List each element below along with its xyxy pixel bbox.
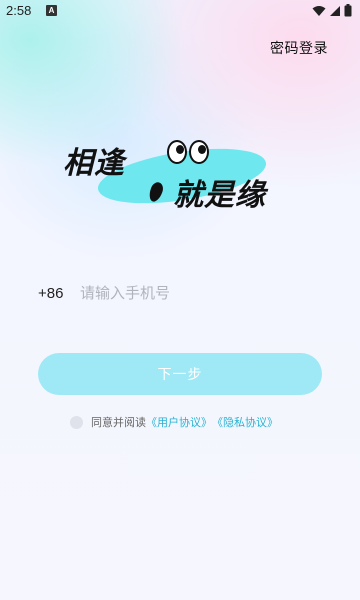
notification-a-icon: A	[46, 5, 57, 16]
left-eye-icon	[167, 140, 187, 164]
logo-line-2: 就是缘	[173, 178, 266, 213]
app-logo: 相逢 就是缘	[55, 130, 305, 220]
country-code[interactable]: +86	[38, 285, 80, 302]
next-button[interactable]: 下一步	[38, 353, 322, 395]
status-icons	[312, 4, 352, 17]
agree-checkbox[interactable]	[70, 415, 83, 429]
status-time: 2:58	[6, 3, 32, 18]
phone-row: +86	[38, 280, 322, 306]
privacy-agreement-link[interactable]: 《隐私协议》	[212, 414, 278, 430]
wifi-icon	[312, 5, 326, 16]
right-eye-icon	[189, 140, 209, 164]
logo-line-1: 相逢	[63, 146, 125, 181]
battery-icon	[344, 4, 352, 17]
phone-input[interactable]	[80, 284, 310, 302]
password-login-link[interactable]: 密码登录	[270, 38, 328, 58]
agreement-prefix: 同意并阅读	[91, 416, 146, 429]
status-bar: 2:58 A	[0, 0, 360, 24]
signal-icon	[330, 5, 340, 16]
user-agreement-link[interactable]: 《用户协议》	[146, 414, 212, 430]
agreement-row: 同意并阅读 《用户协议》 《隐私协议》	[70, 413, 278, 431]
